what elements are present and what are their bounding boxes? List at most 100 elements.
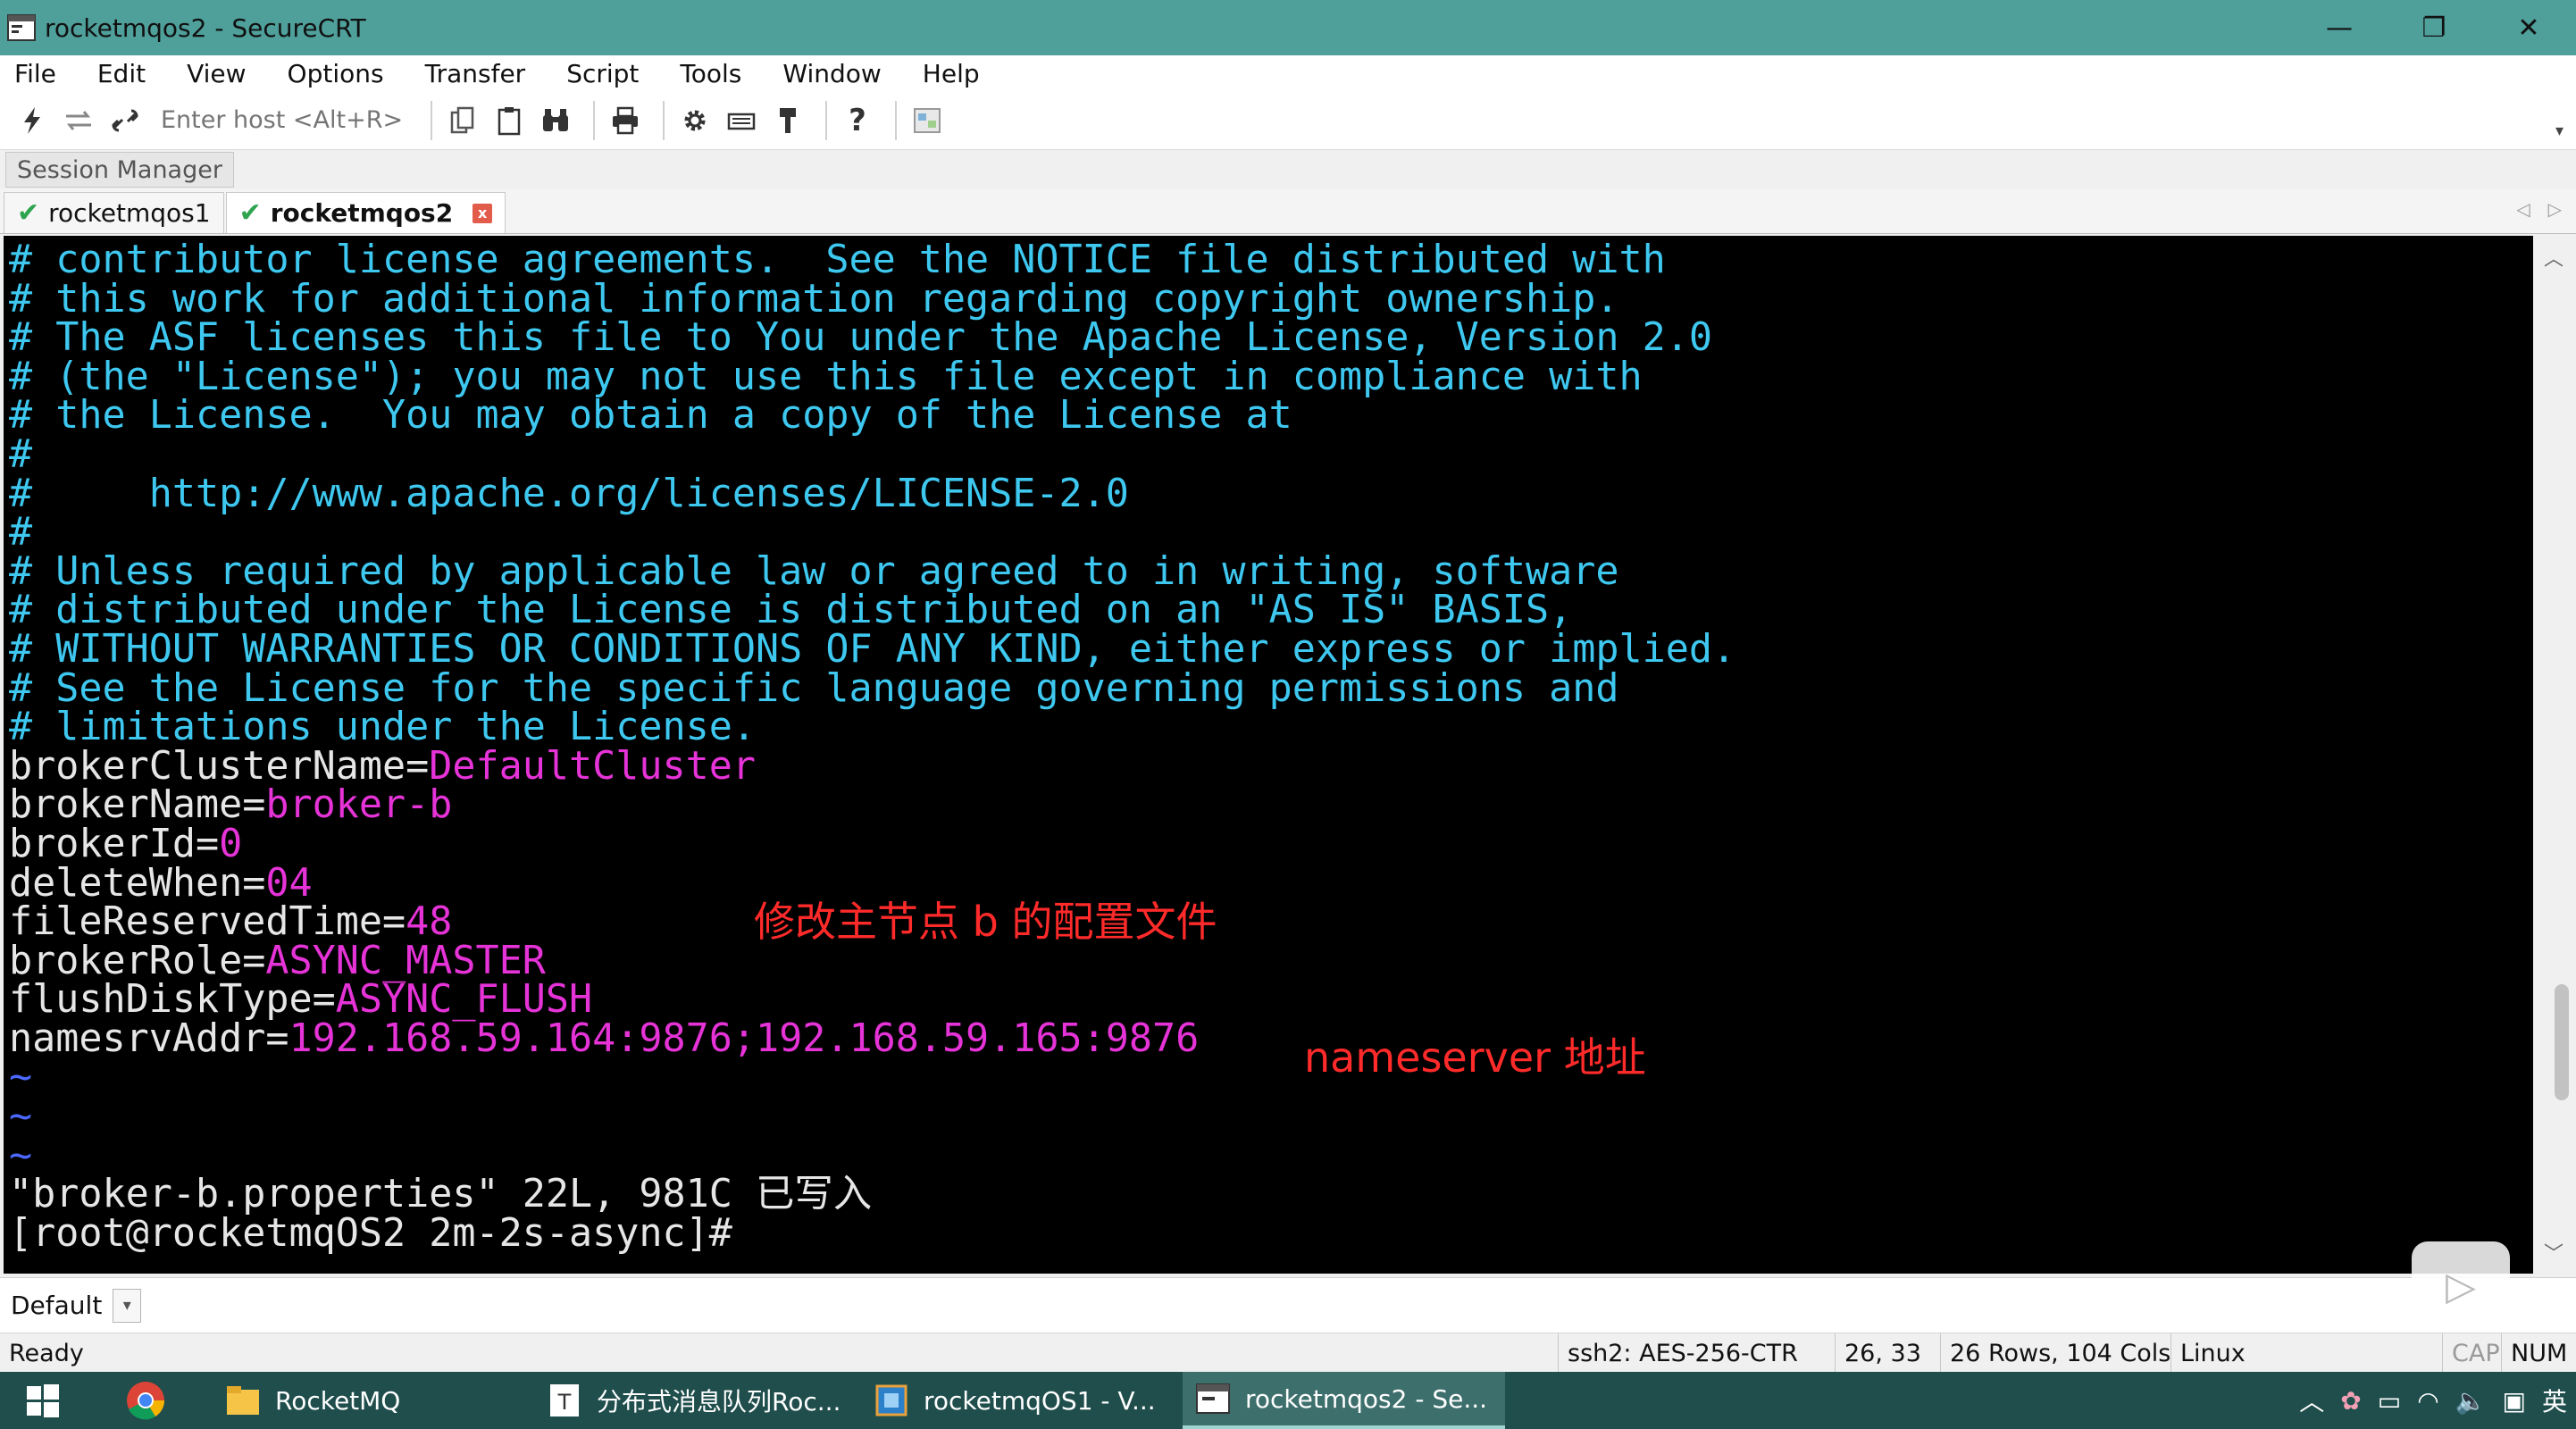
comment-text: # Unless required by applicable law or a…	[9, 548, 1619, 594]
restore-button[interactable]: ❐	[2387, 0, 2481, 55]
comment-text: # the License. You may obtain a copy of …	[9, 393, 1292, 439]
status-cipher: ssh2: AES-256-CTR	[1558, 1333, 1798, 1373]
system-tray: ︿ ✿ ▭ ◠ 🔈 ▣ 英	[2299, 1372, 2567, 1429]
start-button[interactable]	[25, 1372, 61, 1429]
scroll-up-icon[interactable]: ︿	[2535, 239, 2572, 275]
property-key: brokerRole	[9, 938, 243, 983]
taskbar-item-label: rocketmqos2 - Se...	[1245, 1383, 1488, 1414]
property-value: ASYNC_MASTER	[265, 938, 546, 983]
binoculars-icon[interactable]	[536, 101, 575, 140]
menu-view[interactable]: View	[181, 59, 251, 88]
securecrt-icon	[1193, 1379, 1233, 1418]
menu-window[interactable]: Window	[777, 59, 886, 88]
menu-help[interactable]: Help	[917, 59, 985, 88]
video-play-overlay-icon[interactable]: ▷	[2412, 1241, 2510, 1331]
volume-icon[interactable]: 🔈	[2455, 1386, 2487, 1416]
comment-text: # http://www.apache.org/licenses/LICENSE…	[9, 471, 1129, 516]
property-equals: =	[196, 821, 220, 866]
toolbar-separator	[895, 100, 897, 140]
copy-icon[interactable]	[443, 101, 482, 140]
lightning-icon[interactable]	[13, 101, 52, 140]
keyboard-icon[interactable]	[722, 101, 761, 140]
chrome-taskbar-button[interactable]	[125, 1372, 166, 1429]
comment-text: # See the License for the specific langu…	[9, 665, 1619, 711]
gear-icon[interactable]	[675, 101, 715, 140]
taskbar-item-rocketmq-folder[interactable]: RocketMQ	[223, 1372, 400, 1429]
display-icon[interactable]: ▣	[2503, 1386, 2526, 1416]
terminal-prompt-line: [root@rocketmqOS2 2m-2s-async]#	[9, 1214, 2533, 1254]
tilde-marker: ~	[9, 1132, 33, 1178]
svg-text:T: T	[557, 1390, 572, 1415]
terminal-scrollbar[interactable]: ︿ ﹀	[2535, 236, 2572, 1274]
chrome-icon	[127, 1382, 165, 1420]
property-value: 04	[265, 860, 313, 906]
vim-status-text: "broker-b.properties" 22L, 981C 已写入	[9, 1172, 873, 1217]
tab-label: rocketmqos1	[48, 198, 211, 228]
toolbar: ? ▾	[0, 91, 2576, 150]
comment-text: # contributor license agreements. See th…	[9, 238, 1666, 282]
taskbar-item-vmware[interactable]: rocketmqOS1 - V...	[872, 1372, 1156, 1429]
securecrt-app-icon[interactable]	[5, 12, 38, 44]
menu-tools[interactable]: Tools	[674, 59, 747, 88]
close-button[interactable]: ✕	[2481, 0, 2576, 55]
property-value: 192.168.59.164:9876;192.168.59.165:9876	[289, 1015, 1200, 1061]
terminal-comment-line: # contributor license agreements. See th…	[9, 238, 2533, 282]
scroll-down-icon[interactable]: ﹀	[2535, 1234, 2572, 1270]
chevron-down-icon[interactable]: ▾	[113, 1288, 142, 1323]
tab-scroll-right-icon[interactable]: ▷	[2548, 198, 2562, 220]
toolbar-separator	[825, 100, 827, 140]
property-key: flushDiskType	[9, 977, 313, 1023]
terminal-comment-line: # WITHOUT WARRANTIES OR CONDITIONS OF AN…	[9, 630, 2533, 670]
help-icon[interactable]: ?	[838, 101, 877, 140]
comment-text: # this work for additional information r…	[9, 276, 1619, 322]
terminal-tilde-line: ~	[9, 1058, 2533, 1098]
terminal-comment-line: # Unless required by applicable law or a…	[9, 552, 2533, 592]
property-value: 0	[219, 821, 243, 866]
keymap-icon[interactable]	[907, 101, 947, 140]
scrollbar-thumb[interactable]	[2555, 984, 2569, 1100]
tray-expand-icon[interactable]: ︿	[2299, 1383, 2324, 1418]
battery-icon[interactable]: ▭	[2378, 1386, 2401, 1416]
ime-icon[interactable]: 英	[2542, 1383, 2567, 1418]
tab-scroll-left-icon[interactable]: ◁	[2516, 198, 2530, 220]
paste-icon[interactable]	[489, 101, 529, 140]
tab-close-icon[interactable]: x	[473, 203, 493, 223]
toolbar-separator	[593, 100, 595, 140]
toolbar-separator	[663, 100, 665, 140]
title-bar: rocketmqos2 - SecureCRT — ❐ ✕	[0, 0, 2576, 55]
session-select[interactable]: Default ▾	[11, 1286, 142, 1325]
wifi-icon[interactable]: ◠	[2417, 1386, 2438, 1416]
reconnect-icon[interactable]	[59, 101, 98, 140]
terminal-comment-line: # distributed under the License is distr…	[9, 591, 2533, 631]
print-icon[interactable]	[606, 101, 645, 140]
session-manager-button[interactable]: Session Manager	[5, 152, 234, 188]
status-os: Linux	[2170, 1333, 2246, 1373]
menu-options[interactable]: Options	[282, 59, 389, 88]
property-equals: =	[265, 1015, 289, 1061]
menu-file[interactable]: File	[9, 59, 62, 88]
toolbar-overflow-icon[interactable]: ▾	[2555, 121, 2563, 140]
comment-text: #	[9, 431, 33, 477]
terminal-property-line: brokerClusterName=DefaultCluster	[9, 747, 2533, 787]
taskbar-item-securecrt[interactable]: rocketmqos2 - Se...	[1183, 1372, 1506, 1429]
property-equals: =	[312, 977, 336, 1023]
tab-rocketmqos2[interactable]: ✔ rocketmqos2 x	[225, 192, 506, 233]
key-icon[interactable]	[768, 101, 807, 140]
connected-check-icon: ✔	[238, 197, 262, 229]
menu-script[interactable]: Script	[561, 59, 644, 88]
terminal-view[interactable]: # contributor license agreements. See th…	[4, 236, 2533, 1274]
host-input[interactable]	[152, 100, 420, 140]
minimize-button[interactable]: —	[2292, 0, 2387, 55]
menu-transfer[interactable]: Transfer	[420, 59, 531, 88]
terminal-comment-line: # See the License for the specific langu…	[9, 669, 2533, 709]
terminal-comment-line: # limitations under the License.	[9, 707, 2533, 748]
property-equals: =	[242, 938, 266, 983]
link-icon[interactable]	[105, 101, 145, 140]
tab-rocketmqos1[interactable]: ✔ rocketmqos1	[4, 192, 224, 233]
tab-label: rocketmqos2	[270, 198, 454, 228]
menu-edit[interactable]: Edit	[92, 59, 151, 88]
tray-app-icon[interactable]: ✿	[2340, 1386, 2361, 1416]
windows-logo-icon	[27, 1384, 59, 1417]
property-key: namesrvAddr	[9, 1015, 266, 1061]
taskbar-item-typora[interactable]: T 分布式消息队列Roc...	[545, 1372, 841, 1429]
